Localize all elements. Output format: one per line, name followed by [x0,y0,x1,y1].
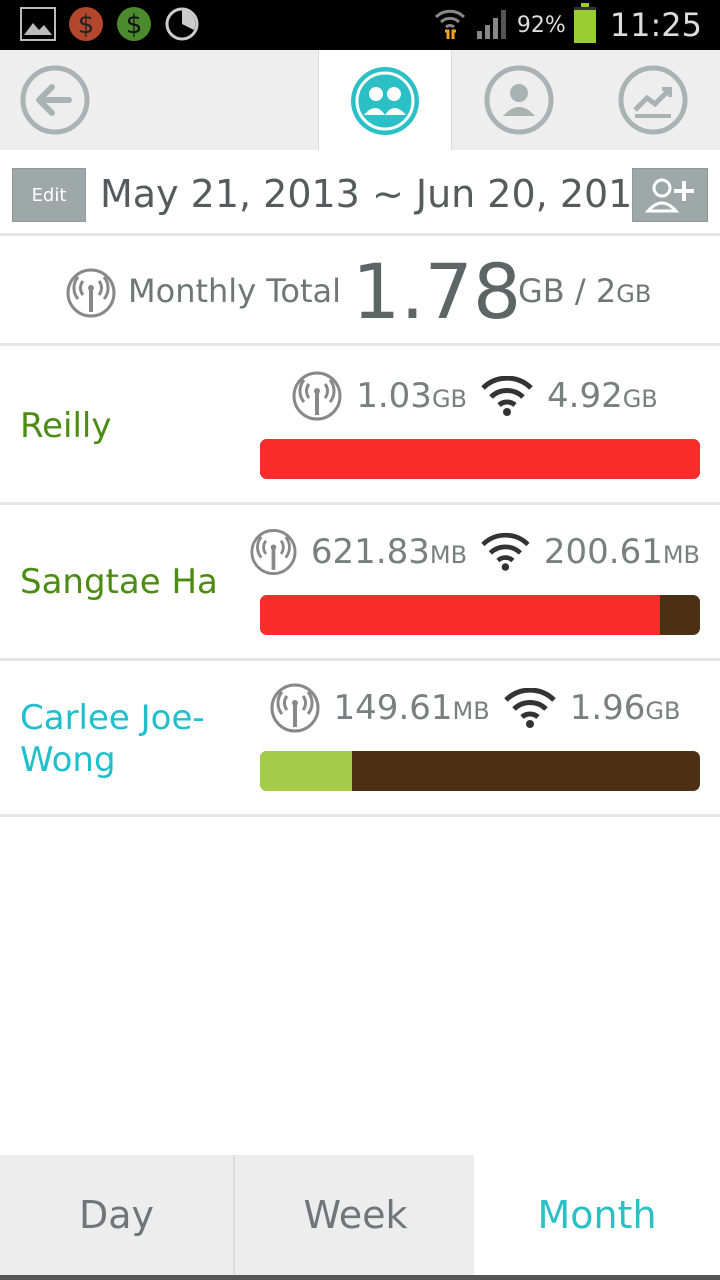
tab-group[interactable] [318,50,452,151]
member-row-sangtae-ha[interactable]: Sangtae Ha 621.83MB 200.61MB [0,505,720,661]
date-range: May 21, 2013 ~ Jun 20, 2013 [100,172,657,216]
status-bar: $ $ 92% 11:25 [0,0,720,50]
add-user-icon [644,178,694,213]
member-name: Carlee Joe-Wong [20,698,205,780]
wifi-icon [481,532,530,571]
monthly-total-row: Monthly Total 1.78 GB / 2GB [0,238,720,346]
tab-day[interactable]: Day [0,1155,235,1275]
usage-bar [260,751,700,791]
tab-chart[interactable] [586,50,720,150]
signal-icon [475,5,509,45]
monthly-total-unit: GB / 2GB [518,272,652,310]
usage-bar-fill [260,751,353,791]
tab-week[interactable]: Week [237,1155,474,1275]
monthly-total-value: 1.78 [352,247,522,336]
notification-icons: $ $ [20,6,200,42]
svg-text:$: $ [78,10,95,40]
usage-bar-fill [260,595,661,635]
usage-bar [260,595,700,635]
tab-month[interactable]: Month [474,1155,720,1275]
wifi-data-icon [433,5,467,45]
battery-percent: 92% [516,12,566,38]
dollar-green-icon: $ [116,6,152,42]
wifi-icon [503,688,556,728]
cellular-usage: 149.61MB [333,688,490,728]
wifi-usage: 4.92GB [547,376,658,416]
back-icon [20,65,90,135]
wifi-usage: 1.96GB [569,688,681,728]
edit-button[interactable]: Edit [12,168,86,222]
cellular-antenna-icon [66,268,116,322]
clock: 11:25 [609,6,702,44]
member-name: Reilly [20,406,112,446]
gallery-icon [20,6,56,42]
timer-icon [164,6,200,42]
back-button[interactable] [0,50,110,150]
add-user-button[interactable] [632,168,708,222]
top-nav [0,50,720,151]
cellular-antenna-icon [250,529,297,575]
usage-line: 1.03GB 4.92GB [250,371,700,421]
chart-icon [618,65,688,135]
battery-icon [573,3,596,43]
usage-line: 621.83MB 200.61MB [250,527,700,577]
dollar-red-icon: $ [68,6,104,42]
group-icon [351,66,419,135]
monthly-total-label: Monthly Total [128,272,342,310]
cellular-usage: 1.03GB [356,376,467,416]
date-bar: Edit May 21, 2013 ~ Jun 20, 2013 [0,150,720,236]
usage-bar [260,439,700,479]
cellular-antenna-icon [270,683,320,733]
cellular-usage: 621.83MB [310,532,468,572]
svg-text:$: $ [126,10,143,40]
user-icon [484,65,554,135]
wifi-usage: 200.61MB [543,532,700,572]
tab-user[interactable] [452,50,586,150]
period-tabs: Day Week Month [0,1155,720,1280]
member-row-carlee-joe-wong[interactable]: Carlee Joe-Wong 149.61MB 1.96GB [0,661,720,817]
wifi-icon [481,376,533,416]
bottom-edge [0,1275,720,1280]
member-name: Sangtae Ha [20,562,218,602]
member-row-reilly[interactable]: Reilly 1.03GB 4.92GB [0,349,720,505]
usage-bar-fill [260,439,700,479]
status-indicators: 92% 11:25 [433,3,702,46]
cellular-antenna-icon [292,371,342,421]
usage-line: 149.61MB 1.96GB [250,683,700,733]
